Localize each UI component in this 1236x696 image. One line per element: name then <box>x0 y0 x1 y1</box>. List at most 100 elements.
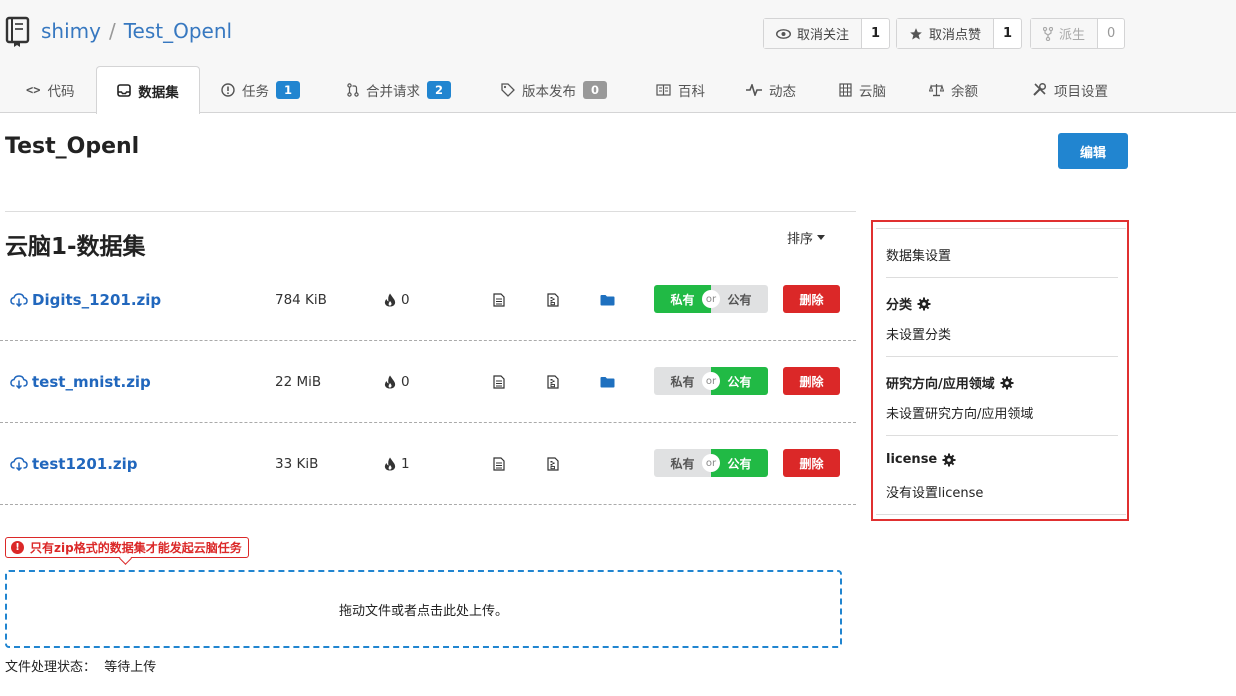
download-count-value: 0 <box>401 291 410 308</box>
download-count-value: 0 <box>401 373 410 390</box>
repo-header: shimy / Test_Openl 取消关注 1 取消点赞 1 派生 0 <> 代… <box>0 0 1236 114</box>
cloud-download-icon <box>10 456 28 471</box>
file-download-link[interactable]: test1201.zip <box>10 423 138 504</box>
sort-dropdown[interactable]: 排序 <box>787 228 826 247</box>
fork-count[interactable]: 0 <box>1098 19 1124 48</box>
tab-releases-label: 版本发布 <box>522 83 576 100</box>
or-divider: or <box>702 290 720 308</box>
tab-releases[interactable]: 版本发布 0 <box>501 66 607 113</box>
category-label: 分类 <box>886 298 913 313</box>
server-icon <box>839 82 852 97</box>
dataset-title: 云脑1-数据集 <box>5 234 146 260</box>
file-size: 784 KiB <box>275 291 327 308</box>
star-count[interactable]: 1 <box>994 19 1021 48</box>
repo-tabs: <> 代码 数据集 任务 1 合并请求 2 版本发布 0 百科 动态 云脑 余额… <box>0 66 1236 114</box>
tab-balance[interactable]: 余额 <box>929 66 978 113</box>
repo-owner-link[interactable]: shimy <box>41 19 101 43</box>
pull-requests-count-badge: 2 <box>427 80 451 99</box>
tag-icon <box>501 82 515 97</box>
file-download-link[interactable]: test_mnist.zip <box>10 341 151 422</box>
repo-book-icon <box>5 16 30 47</box>
upload-dropzone[interactable]: 拖动文件或者点击此处上传。 <box>5 570 842 648</box>
zip-warning-text: 只有zip格式的数据集才能发起云脑任务 <box>30 541 242 555</box>
gear-icon[interactable] <box>1000 376 1014 390</box>
file-size: 33 KiB <box>275 455 319 472</box>
divider <box>886 277 1118 278</box>
repo-title: shimy / Test_Openl <box>41 19 232 43</box>
tab-wiki[interactable]: 百科 <box>656 66 705 113</box>
caret-down-icon <box>817 235 826 240</box>
watch-count[interactable]: 1 <box>862 19 889 48</box>
inbox-icon <box>117 84 132 97</box>
delete-button[interactable]: 删除 <box>783 449 840 477</box>
file-name: test1201.zip <box>32 454 138 473</box>
category-heading: 分类 <box>886 294 1118 313</box>
category-value: 未设置分类 <box>886 328 952 343</box>
download-count: 1 <box>384 423 410 504</box>
license-label: license <box>886 452 938 467</box>
file-status-label: 文件处理状态： <box>5 660 97 675</box>
dropzone-text: 拖动文件或者点击此处上传。 <box>338 603 508 619</box>
tab-pull-requests-label: 合并请求 <box>366 83 420 100</box>
tab-issues[interactable]: 任务 1 <box>221 66 300 113</box>
file-text-icon[interactable] <box>493 341 505 422</box>
file-size: 22 MiB <box>275 373 322 390</box>
tab-datasets[interactable]: 数据集 <box>96 66 200 114</box>
edit-button[interactable]: 编辑 <box>1058 133 1128 169</box>
tab-cloudbrain[interactable]: 云脑 <box>839 66 886 113</box>
dataset-settings-panel: 数据集设置 分类 未设置分类 研究方向/应用领域 未设置研究方向/应用领域 li… <box>871 220 1129 521</box>
pulse-icon <box>746 83 762 96</box>
fork-label: 派生 <box>1059 28 1086 43</box>
divider <box>886 356 1118 357</box>
page-title: Test_Openl <box>5 134 140 159</box>
or-divider: or <box>702 372 720 390</box>
dataset-settings-label: 数据集设置 <box>886 249 952 264</box>
fire-icon <box>384 293 396 306</box>
info-circle-icon <box>221 82 235 97</box>
tab-code[interactable]: <> 代码 <box>26 66 74 113</box>
folder-icon[interactable] <box>600 259 615 340</box>
file-archive-icon[interactable] <box>547 259 559 340</box>
fire-icon <box>384 457 396 470</box>
dataset-row: test_mnist.zip 22 MiB 0 私有 公有 or 删除 <box>0 341 856 423</box>
balance-scale-icon <box>929 83 944 96</box>
tab-activity[interactable]: 动态 <box>746 66 796 113</box>
tab-wiki-label: 百科 <box>678 83 705 100</box>
visibility-toggle[interactable]: 私有 公有 or <box>654 449 768 477</box>
issues-count-badge: 1 <box>276 80 300 99</box>
fork-button[interactable]: 派生 0 <box>1030 18 1126 49</box>
tab-pull-requests[interactable]: 合并请求 2 <box>347 66 451 113</box>
tab-code-label: 代码 <box>47 83 75 100</box>
delete-button[interactable]: 删除 <box>783 367 840 395</box>
gear-icon[interactable] <box>917 297 931 311</box>
or-divider: or <box>702 454 720 472</box>
unstar-button[interactable]: 取消点赞 1 <box>896 18 1023 49</box>
research-label: 研究方向/应用领域 <box>886 377 995 392</box>
file-download-link[interactable]: Digits_1201.zip <box>10 259 161 340</box>
file-name: Digits_1201.zip <box>32 290 162 309</box>
delete-button[interactable]: 删除 <box>783 285 840 313</box>
tab-settings[interactable]: 项目设置 <box>1032 66 1108 113</box>
visibility-toggle[interactable]: 私有 公有 or <box>654 285 768 313</box>
research-heading: 研究方向/应用领域 <box>886 373 1118 392</box>
divider <box>886 435 1118 436</box>
dataset-row: test1201.zip 33 KiB 1 私有 公有 or 删除 <box>0 423 856 505</box>
file-text-icon[interactable] <box>493 259 505 340</box>
file-name: test_mnist.zip <box>32 372 151 391</box>
gear-icon[interactable] <box>942 453 956 467</box>
unwatch-button[interactable]: 取消关注 1 <box>763 18 891 49</box>
divider <box>5 211 856 212</box>
tab-issues-label: 任务 <box>242 83 269 100</box>
tab-datasets-label: 数据集 <box>138 84 179 101</box>
sort-label: 排序 <box>787 232 814 247</box>
fire-icon <box>384 375 396 388</box>
visibility-toggle[interactable]: 私有 公有 or <box>654 367 768 395</box>
fork-icon <box>1043 26 1053 41</box>
repo-separator: / <box>108 19 116 43</box>
file-archive-icon[interactable] <box>547 423 559 504</box>
eye-icon <box>776 28 791 39</box>
folder-icon[interactable] <box>600 341 615 422</box>
file-text-icon[interactable] <box>493 423 505 504</box>
repo-name-link[interactable]: Test_Openl <box>124 19 232 43</box>
file-archive-icon[interactable] <box>547 341 559 422</box>
